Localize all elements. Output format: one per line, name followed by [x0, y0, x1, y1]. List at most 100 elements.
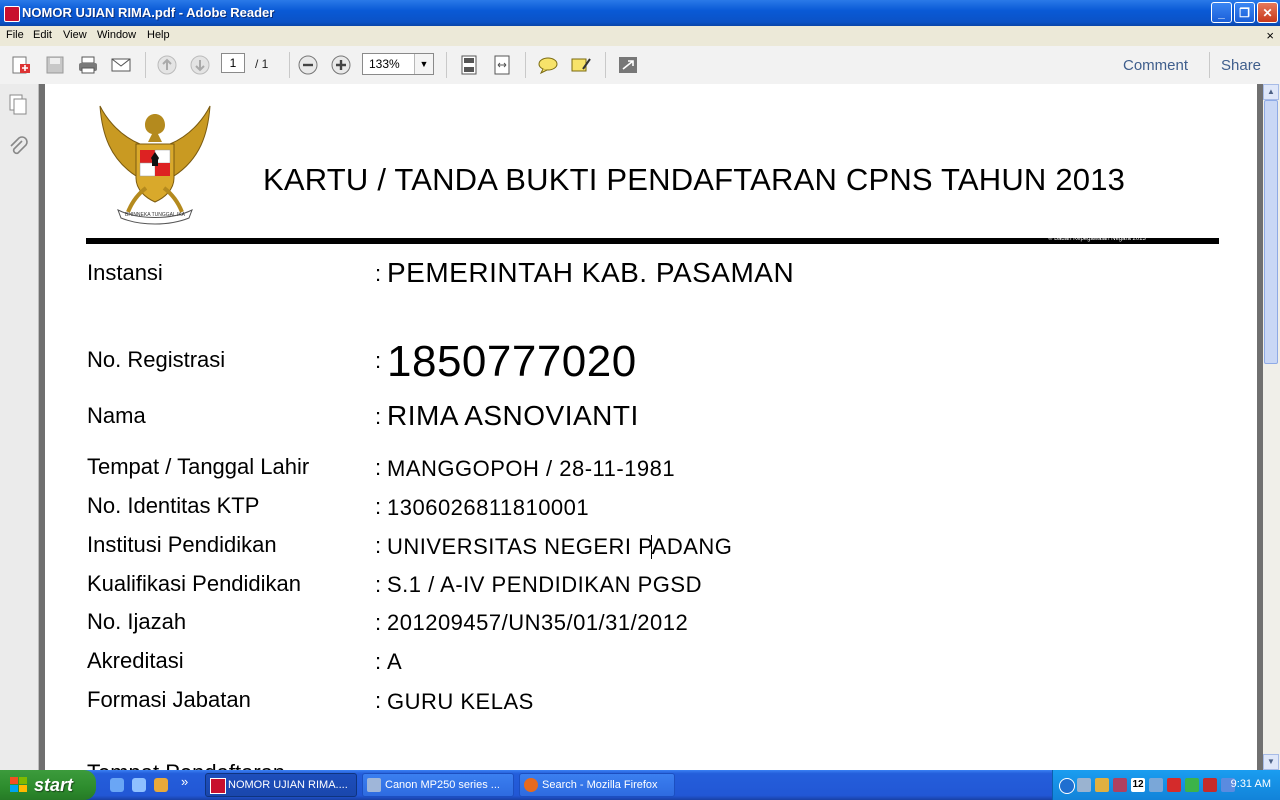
task-adobe-reader[interactable]: NOMOR UJIAN RIMA....: [205, 773, 357, 797]
field-label: Institusi Pendidikan: [87, 532, 277, 557]
create-pdf-icon[interactable]: [10, 55, 32, 75]
field-colon: :: [375, 404, 382, 429]
field-colon: :: [375, 533, 382, 558]
document-close-button[interactable]: ×: [1266, 28, 1274, 43]
field-colon: :: [375, 494, 382, 519]
windows-logo-icon: [10, 777, 27, 792]
pdf-icon: [4, 6, 20, 22]
field-label: No. Identitas KTP: [87, 493, 260, 518]
pages-panel-icon[interactable]: [8, 94, 28, 116]
field-colon: :: [375, 261, 382, 286]
emblem-motto: BHINNEKA TUNGGAL IKA: [125, 212, 186, 218]
toolbar: [0, 46, 1280, 85]
field-value-institusi[interactable]: UNIVERSITAS NEGERI PADANG: [387, 534, 732, 560]
menu-bar: File Edit View Window Help ×: [0, 26, 1280, 46]
zoom-out-icon[interactable]: [297, 55, 319, 75]
share-button[interactable]: Share: [1221, 57, 1261, 74]
email-icon[interactable]: [110, 55, 132, 75]
task-canon-printer[interactable]: Canon MP250 series ...: [362, 773, 514, 797]
previous-page-icon[interactable]: [156, 55, 178, 75]
task-label: Canon MP250 series ...: [385, 779, 500, 791]
document-title: KARTU / TANDA BUKTI PENDAFTARAN CPNS TAH…: [263, 162, 1126, 197]
field-label: Nama: [87, 403, 146, 428]
tray-app-icon[interactable]: [1095, 778, 1109, 792]
task-label: NOMOR UJIAN RIMA....: [228, 779, 348, 791]
printer-tray-icon[interactable]: [1077, 778, 1091, 792]
field-colon: :: [375, 455, 382, 480]
field-value-ttl: MANGGOPOH / 28-11-1981: [387, 456, 676, 481]
vertical-scrollbar[interactable]: ▲ ▼: [1263, 84, 1280, 770]
quicklaunch-icon[interactable]: [132, 778, 146, 792]
scroll-down-icon[interactable]: ▼: [1263, 754, 1279, 770]
toolbar-separator: [1209, 52, 1210, 78]
menu-help[interactable]: Help: [147, 29, 170, 41]
field-colon: :: [375, 348, 382, 373]
expand-icon[interactable]: [617, 55, 639, 75]
copyright-note: © Badan Kepegawaian Negara 2013: [1048, 236, 1146, 242]
field-label: Instansi: [87, 260, 163, 285]
field-colon: :: [375, 610, 382, 635]
tray-app-icon[interactable]: [1203, 778, 1217, 792]
system-tray: 12 9:31 AM: [1052, 770, 1280, 800]
tray-expand-icon[interactable]: [1059, 778, 1075, 794]
scroll-thumb[interactable]: [1264, 100, 1278, 364]
tray-calendar-icon[interactable]: 12: [1131, 778, 1145, 792]
field-value-nama: RIMA ASNOVIANTI: [387, 400, 639, 431]
tray-app-icon[interactable]: [1185, 778, 1199, 792]
start-label: start: [34, 775, 74, 795]
garuda-emblem-icon: BHINNEKA TUNGGAL IKA: [99, 105, 211, 225]
task-firefox[interactable]: Search - Mozilla Firefox: [519, 773, 675, 797]
tray-app-icon[interactable]: [1113, 778, 1127, 792]
field-colon: :: [375, 572, 382, 597]
field-value-formasi: GURU KELAS: [387, 689, 534, 714]
field-value-registrasi: 1850777020: [387, 337, 637, 386]
comment-button[interactable]: Comment: [1123, 57, 1188, 74]
page-total: / 1: [255, 57, 269, 71]
next-page-icon[interactable]: [189, 55, 211, 75]
field-label: Kualifikasi Pendidikan: [87, 571, 302, 596]
field-value-instansi: PEMERINTAH KAB. PASAMAN: [387, 257, 795, 288]
attachments-icon[interactable]: [8, 136, 28, 158]
field-colon: :: [375, 649, 382, 674]
page-number-input[interactable]: 1: [221, 53, 245, 73]
zoom-select[interactable]: 133% ▼: [362, 53, 434, 75]
navigation-pane: [0, 84, 39, 770]
minimize-button[interactable]: _: [1211, 2, 1232, 23]
tray-app-icon[interactable]: [1149, 778, 1163, 792]
scroll-up-icon[interactable]: ▲: [1263, 84, 1279, 100]
quicklaunch-overflow[interactable]: »: [181, 774, 188, 789]
chevron-down-icon[interactable]: ▼: [414, 54, 433, 74]
save-icon[interactable]: [44, 55, 66, 75]
menu-edit[interactable]: Edit: [33, 29, 52, 41]
toolbar-separator: [289, 52, 290, 78]
field-label: Akreditasi: [87, 648, 184, 673]
field-value-akreditasi: A: [387, 649, 403, 674]
zoom-in-icon[interactable]: [330, 55, 352, 75]
clock[interactable]: 9:31 AM: [1231, 778, 1271, 790]
maximize-button[interactable]: ❐: [1234, 2, 1255, 23]
field-value-ijazah: 201209457/UN35/01/31/2012: [387, 610, 689, 635]
pdf-icon: [210, 778, 226, 794]
menu-window[interactable]: Window: [97, 29, 136, 41]
quicklaunch-icon[interactable]: [110, 778, 124, 792]
toolbar-separator: [446, 52, 447, 78]
comment-bubble-icon[interactable]: [537, 55, 559, 75]
highlight-icon[interactable]: [570, 55, 592, 75]
print-icon[interactable]: [77, 55, 99, 75]
menu-view[interactable]: View: [63, 29, 87, 41]
toolbar-separator: [605, 52, 606, 78]
close-button[interactable]: ✕: [1257, 2, 1278, 23]
title-bar: NOMOR UJIAN RIMA.pdf - Adobe Reader _ ❐ …: [0, 0, 1280, 26]
start-button[interactable]: start: [0, 770, 96, 800]
text-cursor: [651, 535, 652, 559]
zoom-value: 133%: [369, 57, 400, 71]
fit-page-icon[interactable]: [458, 55, 480, 75]
menu-file[interactable]: File: [6, 29, 24, 41]
toolbar-separator: [145, 52, 146, 78]
tray-antivirus-icon[interactable]: [1167, 778, 1181, 792]
field-value-kualifikasi: S.1 / A-IV PENDIDIKAN PGSD: [387, 572, 702, 597]
quicklaunch-icon[interactable]: [154, 778, 168, 792]
fit-width-icon[interactable]: [491, 55, 513, 75]
field-colon: :: [375, 688, 382, 713]
field-label: Formasi Jabatan: [87, 687, 251, 712]
